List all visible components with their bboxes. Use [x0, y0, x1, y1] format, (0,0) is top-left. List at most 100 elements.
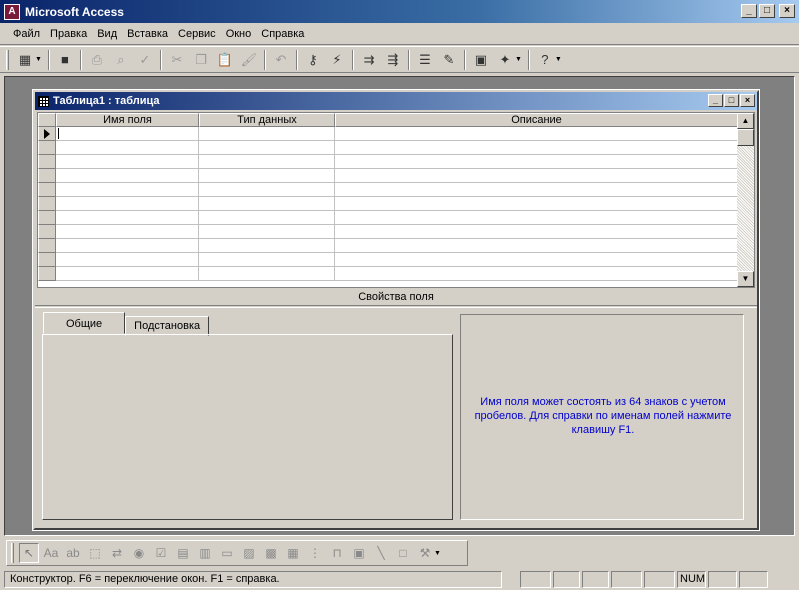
data-type-cell[interactable] [199, 253, 335, 267]
scroll-down-button[interactable]: ▼ [737, 271, 754, 287]
description-cell[interactable] [335, 155, 738, 169]
row-selector[interactable] [38, 141, 56, 155]
menu-insert[interactable]: Вставка [122, 28, 173, 40]
description-cell[interactable] [335, 183, 738, 197]
command-button-icon[interactable]: ▭ [217, 543, 237, 563]
description-cell[interactable] [335, 127, 738, 141]
table-row[interactable] [38, 127, 738, 141]
table-row[interactable] [38, 225, 738, 239]
insert-rows-icon[interactable]: ⇉ [358, 49, 380, 71]
child-minimize-button[interactable]: _ [708, 94, 723, 107]
more-controls-icon[interactable]: ⚒ [415, 543, 435, 563]
line-icon[interactable]: ╲ [371, 543, 391, 563]
rectangle-icon[interactable]: □ [393, 543, 413, 563]
view-dropdown-arrow-icon[interactable]: ▼ [35, 56, 42, 63]
scroll-thumb[interactable] [737, 129, 754, 146]
data-type-cell[interactable] [199, 169, 335, 183]
menu-tools[interactable]: Сервис [173, 28, 221, 40]
field-name-cell[interactable] [56, 267, 199, 281]
table-row[interactable] [38, 183, 738, 197]
scroll-up-button[interactable]: ▲ [737, 113, 754, 129]
save-icon[interactable]: ■ [54, 49, 76, 71]
view-icon[interactable]: ▦ [14, 49, 36, 71]
textbox-icon[interactable]: ab [63, 543, 83, 563]
table-row[interactable] [38, 253, 738, 267]
page-break-icon[interactable]: ⋮ [305, 543, 325, 563]
row-selector[interactable] [38, 155, 56, 169]
data-type-cell[interactable] [199, 239, 335, 253]
field-name-cell[interactable] [56, 127, 199, 141]
copy-icon[interactable]: ❐ [190, 49, 212, 71]
properties-icon[interactable]: ☰ [414, 49, 436, 71]
help-dropdown-arrow-icon[interactable]: ▼ [555, 56, 562, 63]
toggle-button-icon[interactable]: ⇄ [107, 543, 127, 563]
row-selector[interactable] [38, 211, 56, 225]
table-row[interactable] [38, 267, 738, 281]
row-selector[interactable] [38, 267, 56, 281]
row-selector[interactable] [38, 225, 56, 239]
new-object-dropdown-arrow-icon[interactable]: ▼ [515, 56, 522, 63]
table-row[interactable] [38, 155, 738, 169]
data-type-cell[interactable] [199, 211, 335, 225]
menu-help[interactable]: Справка [256, 28, 309, 40]
row-selector[interactable] [38, 127, 56, 141]
menu-view[interactable]: Вид [92, 28, 122, 40]
description-cell[interactable] [335, 239, 738, 253]
table-row[interactable] [38, 211, 738, 225]
grid-corner[interactable] [38, 113, 56, 127]
delete-rows-icon[interactable]: ⇶ [382, 49, 404, 71]
row-selector[interactable] [38, 197, 56, 211]
row-selector[interactable] [38, 169, 56, 183]
column-header-data-type[interactable]: Тип данных [199, 113, 335, 127]
option-group-icon[interactable]: ⬚ [85, 543, 105, 563]
description-cell[interactable] [335, 141, 738, 155]
minimize-button[interactable]: _ [741, 4, 757, 18]
child-close-button[interactable]: × [740, 94, 755, 107]
data-type-cell[interactable] [199, 141, 335, 155]
spelling-icon[interactable]: ✓ [134, 49, 156, 71]
field-name-cell[interactable] [56, 169, 199, 183]
field-name-cell[interactable] [56, 239, 199, 253]
table-row[interactable] [38, 169, 738, 183]
close-button[interactable]: × [779, 4, 795, 18]
field-name-cell[interactable] [56, 225, 199, 239]
maximize-button[interactable]: □ [759, 4, 775, 18]
description-cell[interactable] [335, 225, 738, 239]
new-object-icon[interactable]: ✦ [494, 49, 516, 71]
child-titlebar[interactable]: Таблица1 : таблица _ □ × [35, 92, 757, 110]
field-name-cell[interactable] [56, 197, 199, 211]
row-selector[interactable] [38, 239, 56, 253]
build-icon[interactable]: ✎ [438, 49, 460, 71]
toolbar-grip[interactable] [6, 49, 9, 70]
print-preview-icon[interactable]: ⌕ [110, 49, 132, 71]
help-icon[interactable]: ? [534, 49, 556, 71]
field-name-cell[interactable] [56, 211, 199, 225]
description-cell[interactable] [335, 267, 738, 281]
table-row[interactable] [38, 239, 738, 253]
print-icon[interactable]: ⎙ [86, 49, 108, 71]
label-icon[interactable]: Aa [41, 543, 61, 563]
access-app-icon[interactable]: A [4, 3, 20, 20]
subform-icon[interactable]: ▣ [349, 543, 369, 563]
toolbox-grip[interactable] [11, 543, 14, 563]
column-header-field-name[interactable]: Имя поля [56, 113, 199, 127]
data-type-cell[interactable] [199, 127, 335, 141]
data-type-cell[interactable] [199, 267, 335, 281]
image-icon[interactable]: ▨ [239, 543, 259, 563]
field-name-cell[interactable] [56, 253, 199, 267]
combobox-icon[interactable]: ▤ [173, 543, 193, 563]
child-maximize-button[interactable]: □ [724, 94, 739, 107]
paste-icon[interactable]: 📋 [214, 49, 236, 71]
app-titlebar[interactable]: A Microsoft Access _ □ × [0, 0, 799, 24]
tab-lookup[interactable]: Подстановка [125, 316, 210, 336]
row-selector[interactable] [38, 253, 56, 267]
data-type-cell[interactable] [199, 183, 335, 197]
data-type-cell[interactable] [199, 225, 335, 239]
data-type-cell[interactable] [199, 155, 335, 169]
primary-key-icon[interactable]: ⚷ [302, 49, 324, 71]
description-cell[interactable] [335, 197, 738, 211]
tab-general[interactable]: Общие [43, 312, 126, 334]
unbound-object-icon[interactable]: ▩ [261, 543, 281, 563]
row-selector[interactable] [38, 183, 56, 197]
field-name-cell[interactable] [56, 141, 199, 155]
